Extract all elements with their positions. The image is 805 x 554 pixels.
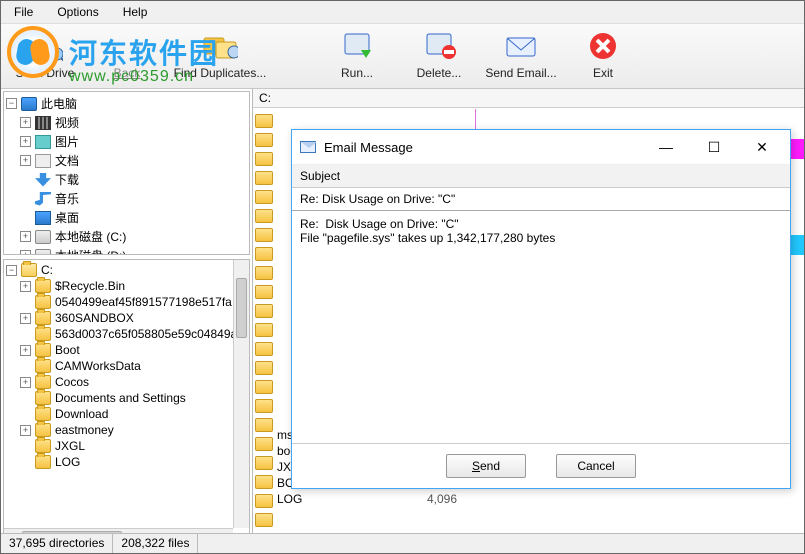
tree-item[interactable]: +本地磁盘 (D:) [6, 246, 247, 255]
send-button[interactable]: Send [446, 454, 526, 478]
mail-icon [503, 30, 539, 62]
toolbar: 河东软件园 www.pc0359.cn Scan Drive Back Find… [1, 24, 804, 89]
tree-item[interactable]: +JXGL [6, 438, 247, 454]
tree-item[interactable]: +CAMWorksData [6, 358, 247, 374]
tree-item[interactable]: +Documents and Settings [6, 390, 247, 406]
tree-item[interactable]: +eastmoney [6, 422, 247, 438]
status-bar: 37,695 directories 208,322 files [1, 533, 804, 553]
item-icon [35, 211, 51, 225]
email-dialog: Email Message — ☐ ✕ Subject Re: Disk Usa… [291, 129, 791, 489]
file-row[interactable]: LOG4,096 [275, 491, 804, 507]
body-input[interactable]: Re: Disk Usage on Drive: "C" File "pagef… [292, 211, 790, 444]
item-icon [35, 230, 51, 244]
run-button[interactable]: Run... [323, 30, 391, 80]
folder-tree[interactable]: −C: +$Recycle.Bin+0540499eaf45f891577198… [3, 259, 250, 545]
tree-item[interactable]: +0540499eaf45f891577198e517fa [6, 294, 247, 310]
folder-icon [35, 375, 51, 389]
menu-file[interactable]: File [3, 2, 44, 22]
item-icon [35, 116, 51, 130]
back-icon [109, 30, 145, 62]
tree-item[interactable]: +桌面 [6, 208, 247, 227]
folder-icon [35, 359, 51, 373]
scan-drive-button[interactable]: Scan Drive [11, 30, 79, 80]
folder-column [253, 109, 275, 547]
tree-item[interactable]: +音乐 [6, 189, 247, 208]
exit-icon [585, 30, 621, 62]
dialog-title: Email Message [324, 140, 638, 155]
tree-item[interactable]: +Download [6, 406, 247, 422]
folder-open-icon [21, 263, 37, 277]
tree-item[interactable]: +563d0037c65f058805e59c04849ab [6, 326, 247, 342]
run-icon [339, 30, 375, 62]
find-duplicates-button[interactable]: Find Duplicates... [175, 30, 265, 80]
tree-item[interactable]: +文档 [6, 151, 247, 170]
close-button[interactable]: ✕ [742, 136, 782, 158]
mail-icon [300, 141, 316, 153]
folder-icon [35, 391, 51, 405]
drive-scan-icon [27, 30, 63, 62]
minimize-button[interactable]: — [646, 136, 686, 158]
path-bar: C: [253, 89, 804, 108]
drives-tree[interactable]: −此电脑 +视频+图片+文档+下载+音乐+桌面+本地磁盘 (C:)+本地磁盘 (… [3, 91, 250, 255]
item-icon [35, 173, 51, 187]
status-files: 208,322 files [113, 534, 198, 553]
folder-icon [35, 455, 51, 469]
status-dirs: 37,695 directories [1, 534, 113, 553]
tree-item[interactable]: +下载 [6, 170, 247, 189]
tree-item[interactable]: +360SANDBOX [6, 310, 247, 326]
subject-label: Subject [292, 165, 790, 188]
exit-button[interactable]: Exit [569, 30, 637, 80]
menu-options[interactable]: Options [46, 2, 109, 22]
pc-icon [21, 97, 37, 111]
item-icon [35, 154, 51, 168]
cancel-button[interactable]: Cancel [556, 454, 636, 478]
dialog-titlebar[interactable]: Email Message — ☐ ✕ [292, 130, 790, 165]
menubar: File Options Help [1, 1, 804, 24]
menu-help[interactable]: Help [112, 2, 159, 22]
item-icon [35, 135, 51, 149]
send-email-button[interactable]: Send Email... [487, 30, 555, 80]
tree-item[interactable]: +$Recycle.Bin [6, 278, 247, 294]
maximize-button[interactable]: ☐ [694, 136, 734, 158]
tree-vscroll[interactable] [233, 260, 249, 528]
delete-button[interactable]: Delete... [405, 30, 473, 80]
folders-search-icon [202, 30, 238, 62]
folder-icon [35, 439, 51, 453]
item-icon [35, 192, 51, 206]
folder-icon [35, 295, 51, 309]
item-icon [35, 249, 51, 256]
folder-icon [35, 423, 51, 437]
folder-icon [35, 407, 51, 421]
delete-icon [421, 30, 457, 62]
subject-input[interactable]: Re: Disk Usage on Drive: "C" [292, 188, 790, 211]
tree-item[interactable]: +Boot [6, 342, 247, 358]
tree-item[interactable]: +Cocos [6, 374, 247, 390]
folder-icon [35, 311, 51, 325]
left-panel: −此电脑 +视频+图片+文档+下载+音乐+桌面+本地磁盘 (C:)+本地磁盘 (… [1, 89, 253, 547]
tree-item[interactable]: +图片 [6, 132, 247, 151]
tree-item[interactable]: +本地磁盘 (C:) [6, 227, 247, 246]
folder-icon [35, 343, 51, 357]
tree-item[interactable]: +视频 [6, 113, 247, 132]
tree-item[interactable]: +LOG [6, 454, 247, 470]
back-button[interactable]: Back [93, 30, 161, 80]
folder-icon [35, 327, 51, 341]
folder-icon [35, 279, 51, 293]
